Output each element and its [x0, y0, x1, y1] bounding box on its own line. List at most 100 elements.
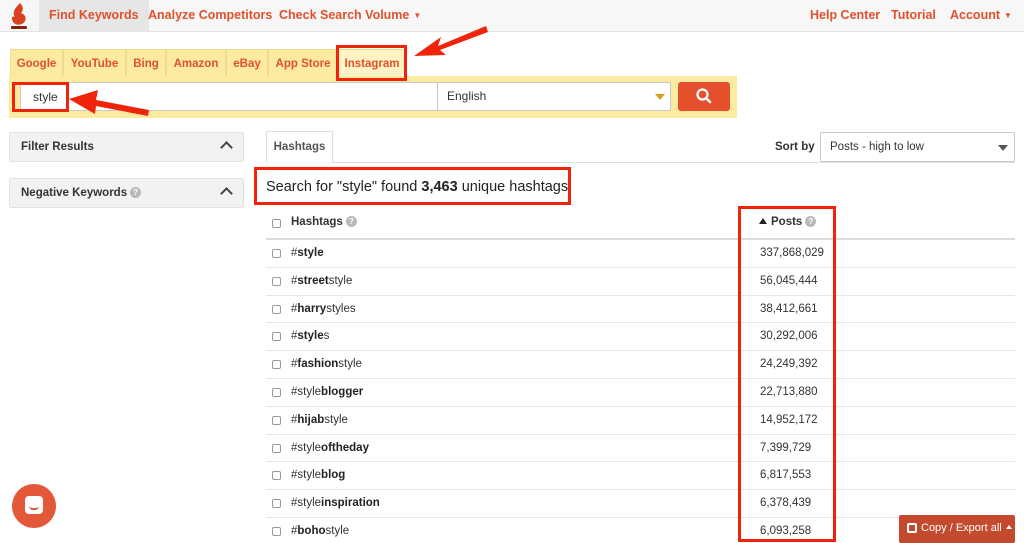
hashtag-highlight: harry	[297, 302, 327, 315]
language-select[interactable]: English	[437, 82, 671, 111]
hashtag-cell: #hijabstyle	[291, 414, 348, 426]
language-select-value: English	[447, 89, 487, 103]
row-checkbox[interactable]	[272, 387, 281, 397]
row-checkbox[interactable]	[272, 499, 281, 509]
nav-account-label: Account	[950, 8, 1000, 22]
help-icon[interactable]: ?	[345, 216, 357, 227]
negative-keywords-label: Negative Keywords	[21, 187, 128, 199]
row-checkbox[interactable]	[272, 526, 281, 536]
row-checkbox[interactable]	[272, 276, 281, 286]
chevron-up-icon	[1005, 525, 1012, 529]
column-header-hashtags[interactable]: Hashtags?	[291, 216, 357, 228]
hashtag-highlight: inspiration	[321, 497, 380, 510]
annotation-arrow-icon	[414, 26, 488, 56]
posts-cell: 22,713,880	[760, 385, 818, 398]
hashtag-highlight: style	[297, 247, 324, 259]
hashtag-prefix: #style	[291, 441, 322, 454]
hashtag-cell: #fashionstyle	[291, 358, 362, 370]
results-summary: Search for "style" found 3,463 unique ha…	[266, 179, 568, 195]
hashtag-cell: #styles	[291, 330, 329, 342]
sort-by-label: Sort by	[775, 141, 815, 153]
nav-help-center[interactable]: Help Center	[810, 0, 880, 32]
hashtag-highlight: blogger	[321, 385, 364, 398]
hashtag-highlight: street	[297, 274, 329, 287]
hashtags-table: Hashtags? Posts? #style 337,868,029 #stree…	[266, 208, 1015, 543]
search-icon	[696, 88, 712, 104]
hashtag-highlight: fashion	[297, 358, 339, 371]
hashtag-suffix: style	[325, 524, 350, 537]
filter-results-panel[interactable]: Filter Results	[9, 132, 244, 162]
hashtag-highlight: hijab	[297, 413, 325, 426]
row-checkbox[interactable]	[272, 332, 281, 342]
help-icon[interactable]: ?	[805, 216, 817, 227]
hashtag-suffix: style	[324, 413, 348, 426]
sort-up-icon	[759, 218, 767, 224]
hashtag-prefix: #style	[291, 497, 322, 510]
posts-cell: 30,292,006	[760, 330, 818, 343]
summary-count: 3,463	[421, 179, 458, 195]
table-row[interactable]: #styleinspiration 6,378,439	[266, 490, 1015, 518]
hashtag-cell: #streetstyle	[291, 275, 352, 287]
summary-prefix: Search for "style" found	[266, 179, 418, 195]
table-row[interactable]: #styleblog 6,817,553	[266, 462, 1015, 491]
top-navigation: Find Keywords Analyze Competitors Check …	[0, 0, 1024, 32]
posts-cell: 38,412,661	[760, 302, 818, 315]
nav-help-center-label: Help Center	[810, 8, 881, 22]
hashtag-cell: #styleoftheday	[291, 442, 369, 454]
nav-check-search-volume[interactable]: Check Search Volume ▼	[279, 0, 421, 32]
hashtag-cell: #styleinspiration	[291, 497, 380, 509]
row-checkbox[interactable]	[272, 360, 281, 370]
table-row[interactable]: #style 337,868,029	[266, 240, 1015, 268]
chevron-down-icon	[655, 94, 665, 100]
nav-find-keywords[interactable]: Find Keywords	[39, 0, 149, 32]
table-row[interactable]: #styleoftheday 7,399,729	[266, 435, 1015, 463]
row-checkbox[interactable]	[272, 304, 281, 314]
chevron-down-icon: ▼	[413, 11, 422, 20]
source-tab-youtube[interactable]: YouTube	[63, 49, 126, 77]
hashtag-highlight: blog	[321, 469, 346, 482]
search-button[interactable]	[678, 82, 730, 111]
sort-select[interactable]: Posts - high to low	[820, 132, 1015, 162]
negative-keywords-panel[interactable]: Negative Keywords?	[9, 178, 244, 208]
table-row[interactable]: #harrystyles 38,412,661	[266, 296, 1015, 324]
hashtag-suffix: s	[323, 330, 330, 343]
copy-export-button[interactable]: Copy / Export all	[899, 515, 1015, 543]
source-tab-app-store[interactable]: App Store	[268, 49, 338, 77]
nav-analyze-competitors[interactable]: Analyze Competitors	[148, 0, 272, 32]
tabs-divider	[266, 162, 1015, 163]
row-checkbox[interactable]	[272, 249, 281, 258]
hashtag-cell: #bohostyle	[291, 525, 349, 537]
nav-check-search-volume-label: Check Search Volume	[279, 8, 410, 22]
filter-results-label: Filter Results	[21, 141, 94, 153]
hashtag-highlight: boho	[297, 524, 326, 537]
help-icon[interactable]: ?	[130, 187, 142, 198]
source-tab-google[interactable]: Google	[10, 49, 63, 77]
chat-launcher[interactable]	[12, 484, 56, 528]
row-checkbox[interactable]	[272, 443, 281, 453]
chevron-up-icon[interactable]	[220, 187, 233, 200]
source-tab-instagram[interactable]: Instagram	[338, 49, 406, 77]
chevron-up-icon[interactable]	[220, 141, 233, 154]
source-tab-ebay[interactable]: eBay	[226, 49, 268, 77]
nav-analyze-competitors-label: Analyze Competitors	[148, 8, 273, 22]
posts-cell: 6,093,258	[760, 524, 812, 537]
posts-cell: 337,868,029	[760, 247, 824, 259]
logo-flame-icon[interactable]	[8, 2, 30, 30]
annotation-arrow-icon	[69, 90, 149, 116]
column-header-posts[interactable]: Posts?	[759, 216, 817, 228]
row-checkbox[interactable]	[272, 471, 281, 481]
table-row[interactable]: #styleblogger 22,713,880	[266, 379, 1015, 407]
nav-tutorial[interactable]: Tutorial	[891, 0, 936, 32]
table-header: Hashtags? Posts?	[266, 208, 1015, 240]
source-tab-amazon[interactable]: Amazon	[166, 49, 226, 77]
table-row[interactable]: #styles 30,292,006	[266, 323, 1015, 352]
table-row[interactable]: #streetstyle 56,045,444	[266, 268, 1015, 296]
hashtag-prefix: #style	[291, 469, 322, 482]
source-tab-bing[interactable]: Bing	[126, 49, 166, 77]
nav-account[interactable]: Account ▼	[950, 0, 1012, 32]
tab-hashtags[interactable]: Hashtags	[266, 131, 333, 163]
select-all-checkbox[interactable]	[272, 219, 281, 228]
table-row[interactable]: #fashionstyle 24,249,392	[266, 351, 1015, 379]
row-checkbox[interactable]	[272, 415, 281, 425]
table-row[interactable]: #hijabstyle 14,952,172	[266, 407, 1015, 435]
